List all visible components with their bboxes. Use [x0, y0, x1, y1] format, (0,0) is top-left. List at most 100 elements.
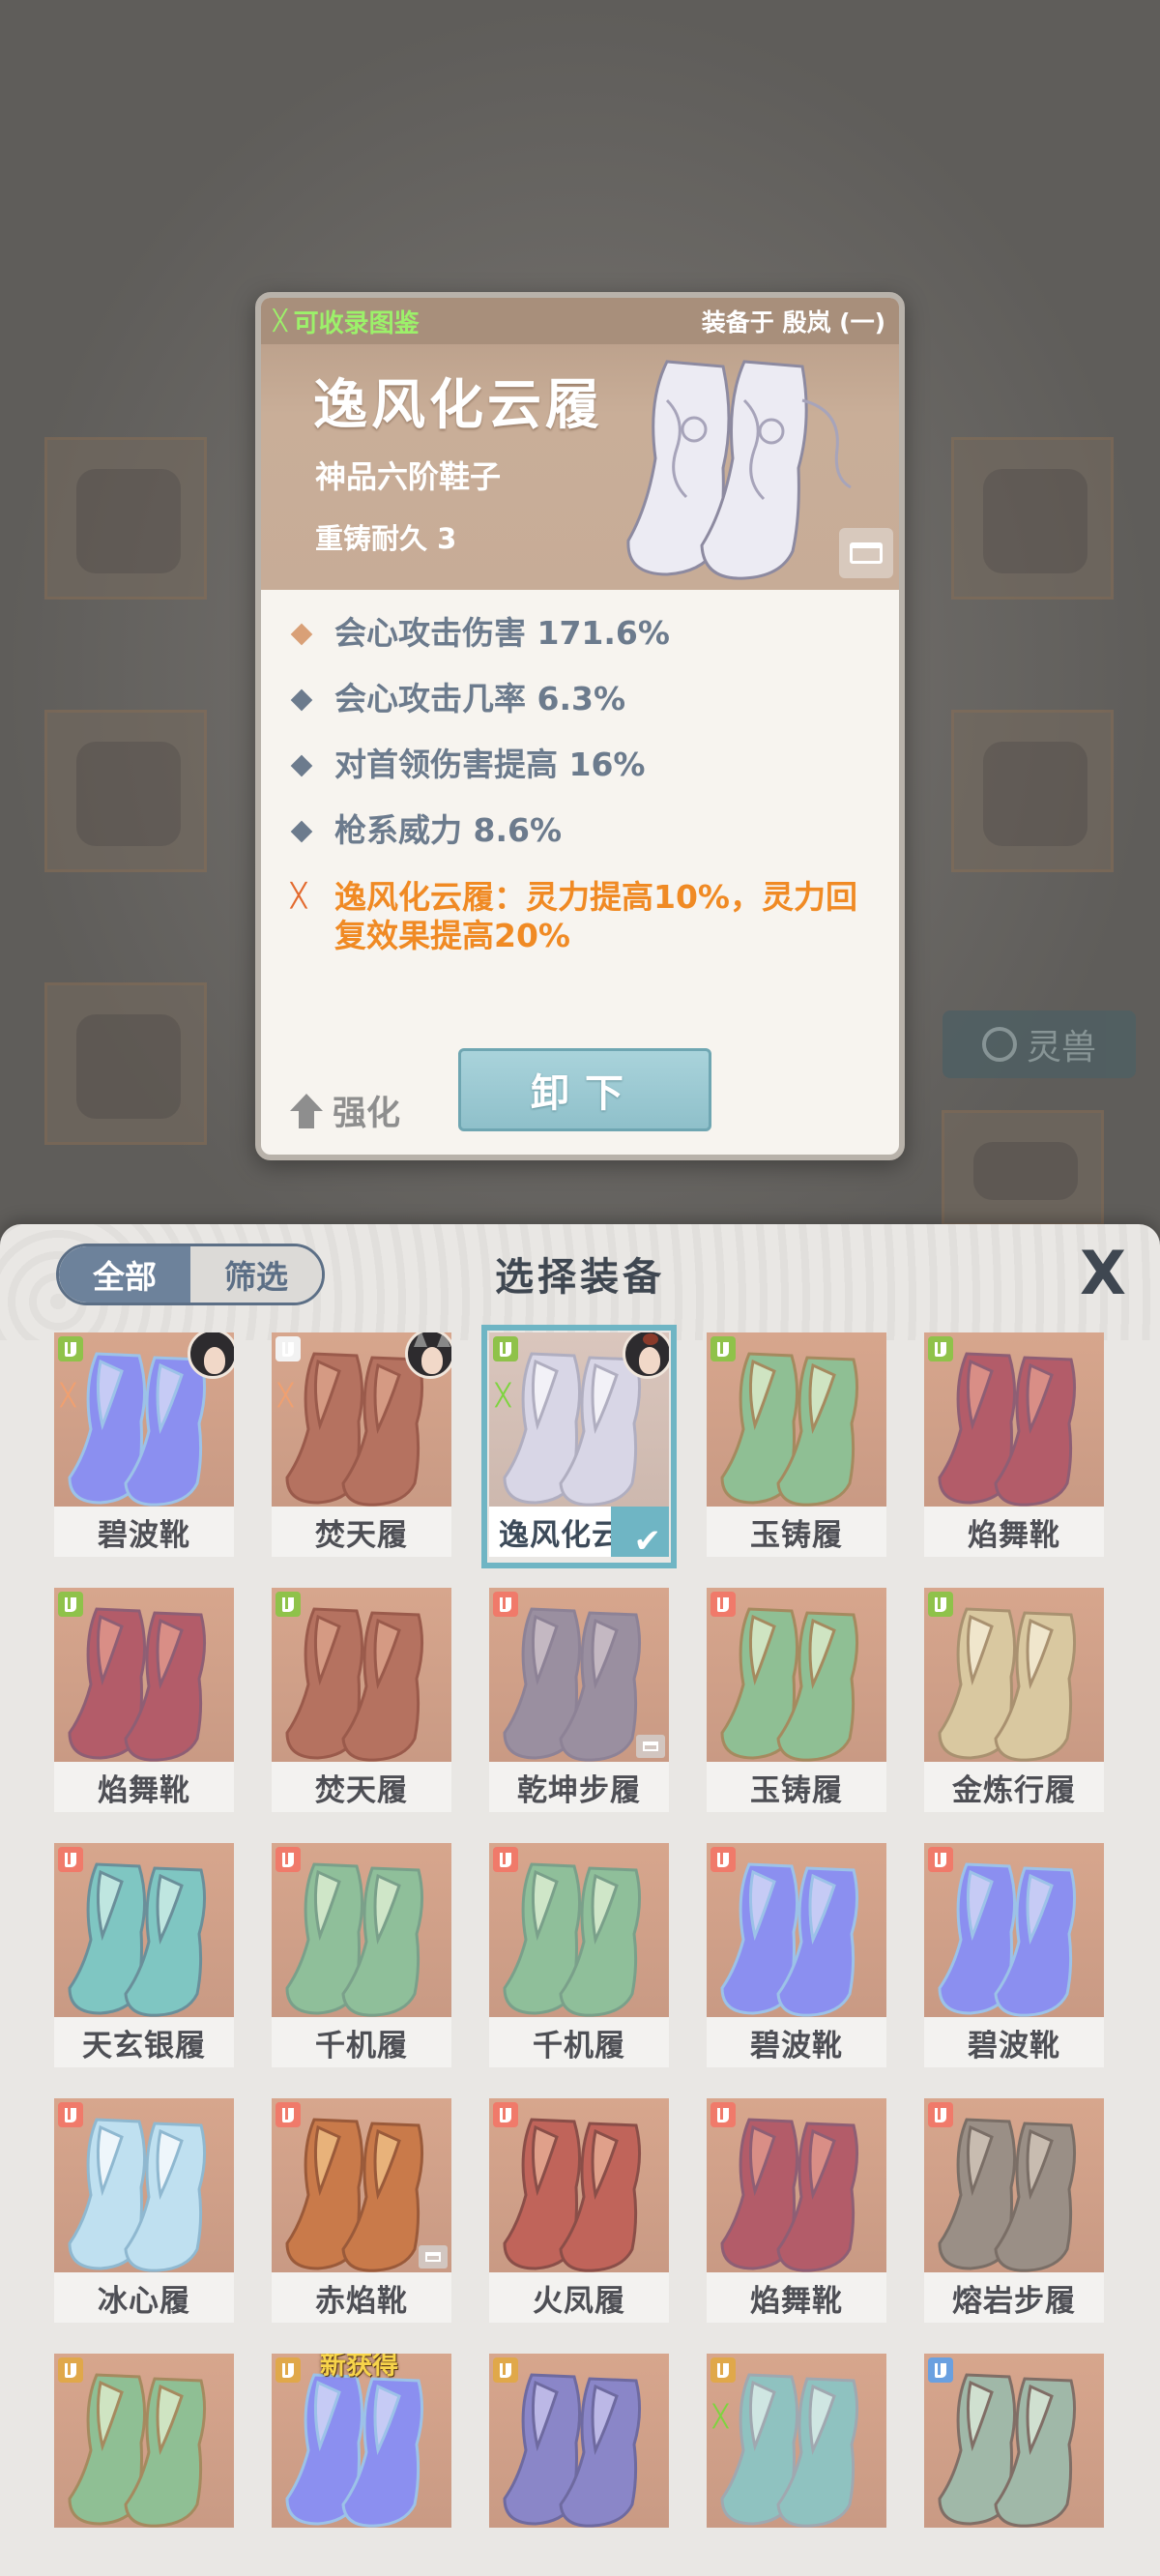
equipment-name: 千机履 [489, 2017, 669, 2067]
diamond-bullet-icon [290, 623, 313, 646]
stat-text: 对首领伤害提高 16% [334, 746, 646, 783]
equipment-name: 乾坤步履 [489, 1762, 669, 1812]
slot-boots-icon [928, 2357, 953, 2383]
item-boots-image [626, 360, 852, 580]
panel-title: 选择装备 [495, 1255, 665, 1300]
equipment-item[interactable]: 乾坤步履 [489, 1588, 669, 1816]
equipment-item[interactable]: 碧波靴 [924, 1843, 1104, 2071]
slot-boots-icon [493, 1592, 518, 1617]
owner-avatar [188, 1332, 234, 1379]
stat-text: 会心攻击伤害 171.6% [334, 614, 670, 652]
arrow-up-icon [290, 1093, 323, 1128]
item-detail-actions: 强化 卸下 [261, 1039, 899, 1155]
equipment-item[interactable]: 冰心履 [54, 2098, 234, 2327]
new-badge: 新获得 [320, 2354, 398, 2381]
equipment-thumbnail [489, 1843, 669, 2017]
collectible-badge[interactable]: ᚷ 可收录图鉴 [273, 304, 420, 339]
slot-boots-icon [710, 2357, 736, 2383]
checkmark-icon: ✔ [633, 1522, 662, 1561]
equipment-thumbnail [489, 1588, 669, 1762]
collect-label: 可收录图鉴 [293, 308, 420, 338]
equipment-item[interactable]: 熔岩步履 [924, 2098, 1104, 2327]
equipment-name: 熔岩步履 [924, 2272, 1104, 2323]
slot-boots-icon [276, 2357, 301, 2383]
equipment-thumbnail [707, 2098, 886, 2272]
equipment-select-panel: 全部 筛选 选择装备 X ᚷ 碧波靴 ᚷ 焚天履 ᚷ 逸风化云履 ✔ 玉铸履 焰舞靴 焰舞靴 焚天履… [0, 1224, 1160, 2576]
equipment-item[interactable]: 焰舞靴 [924, 1332, 1104, 1561]
equipment-item[interactable]: 玉铸履 [707, 1588, 886, 1816]
slot-boots-icon [928, 1336, 953, 1361]
bg-equip-slot-armor [44, 710, 207, 872]
equipment-item[interactable]: 新获得 [272, 2354, 451, 2528]
slot-boots-icon [493, 2102, 518, 2127]
set-effect-text: 逸风化云履：灵力提高10%，灵力回复效果提高20% [334, 878, 857, 954]
slot-boots-icon [710, 1847, 736, 1872]
equipment-thumbnail [272, 1843, 451, 2017]
slot-boots-icon [276, 1592, 301, 1617]
slot-boots-icon [928, 2102, 953, 2127]
equipment-item[interactable]: ᚷ 焚天履 [272, 1332, 451, 1561]
equipment-item[interactable]: 焰舞靴 [707, 2098, 886, 2327]
equipment-item[interactable]: ᚷ 逸风化云履 ✔ [481, 1325, 677, 1568]
equipment-name: 千机履 [272, 2017, 451, 2067]
equipment-thumbnail: ᚷ [707, 2354, 886, 2528]
slot-boots-icon [58, 1336, 83, 1361]
item-durability: 重铸耐久 3 [315, 522, 457, 555]
equipment-name: 碧波靴 [924, 2017, 1104, 2067]
equipment-name: 火凤履 [489, 2272, 669, 2323]
equipment-item[interactable]: ᚷ [707, 2354, 886, 2528]
equipment-item[interactable]: 金炼行履 [924, 1588, 1104, 1816]
slot-boots-icon [58, 1592, 83, 1617]
unequip-button[interactable]: 卸下 [458, 1048, 711, 1131]
equipment-item[interactable]: 火凤履 [489, 2098, 669, 2327]
close-button[interactable]: X [1075, 1244, 1131, 1303]
equipment-name: 焚天履 [272, 1762, 451, 1812]
equipment-item[interactable]: 千机履 [489, 1843, 669, 2071]
equipment-item[interactable] [54, 2354, 234, 2528]
slot-boots-icon [276, 2102, 301, 2127]
equipment-thumbnail [54, 2354, 234, 2528]
equipment-grid: ᚷ 碧波靴 ᚷ 焚天履 ᚷ 逸风化云履 ✔ 玉铸履 焰舞靴 焰舞靴 焚天履 乾坤步履 玉铸履 金炼行履 天玄… [54, 1325, 1106, 2528]
slot-boots-icon [58, 2357, 83, 2383]
set-effect-icon: ᚷ [277, 1379, 294, 1411]
set-effect-icon: ᚷ [495, 1379, 511, 1411]
equipment-thumbnail [924, 1588, 1104, 1762]
equipment-item[interactable]: ᚷ 碧波靴 [54, 1332, 234, 1561]
equipment-item[interactable]: 千机履 [272, 1843, 451, 2071]
slot-boots-icon [276, 1336, 301, 1361]
bg-equip-slot-weapon [44, 437, 207, 600]
set-effect-row: ᚷ 逸风化云履：灵力提高10%，灵力回复效果提高20% [290, 878, 870, 955]
equipment-item[interactable]: 焰舞靴 [54, 1588, 234, 1816]
slot-boots-icon [710, 2102, 736, 2127]
equipped-by-text: 装备于 殷岚 (一) [701, 308, 885, 337]
equipment-name: 赤焰靴 [272, 2272, 451, 2323]
strengthen-button[interactable]: 强化 [290, 1086, 400, 1135]
equipment-thumbnail [707, 1843, 886, 2017]
diamond-bullet-icon [290, 820, 313, 843]
equipment-name: 焰舞靴 [924, 1507, 1104, 1557]
slot-boots-icon [493, 1336, 518, 1361]
equipment-item[interactable]: 碧波靴 [707, 1843, 886, 2071]
slot-boots-icon [58, 1847, 83, 1872]
equipment-name: 金炼行履 [924, 1762, 1104, 1812]
slot-boots-icon [928, 1847, 953, 1872]
equipment-thumbnail: ᚷ [54, 1332, 234, 1507]
bg-equip-slot-boots [44, 982, 207, 1145]
equipment-thumbnail [489, 2098, 669, 2272]
equipment-thumbnail: 新获得 [272, 2354, 451, 2528]
spirit-beast-label: 灵兽 [1026, 1028, 1096, 1068]
equipment-thumbnail [924, 1843, 1104, 2017]
equipment-item[interactable]: 玉铸履 [707, 1332, 886, 1561]
equipment-item[interactable]: 赤焰靴 [272, 2098, 451, 2327]
item-stats: 会心攻击伤害 171.6% 会心攻击几率 6.3% 对首领伤害提高 16% 枪系… [261, 590, 899, 955]
stat-row: 枪系威力 8.6% [290, 812, 870, 849]
equipment-item[interactable]: 焚天履 [272, 1588, 451, 1816]
equipment-thumbnail [924, 1332, 1104, 1507]
equipment-item[interactable]: 天玄银履 [54, 1843, 234, 2071]
equipment-item[interactable] [489, 2354, 669, 2528]
equipment-item[interactable] [924, 2354, 1104, 2528]
slot-boots-icon [928, 1592, 953, 1617]
equipment-name: 天玄银履 [54, 2017, 234, 2067]
bg-equip-slot-helmet [951, 710, 1114, 872]
set-effect-icon: ᚷ [290, 879, 307, 913]
